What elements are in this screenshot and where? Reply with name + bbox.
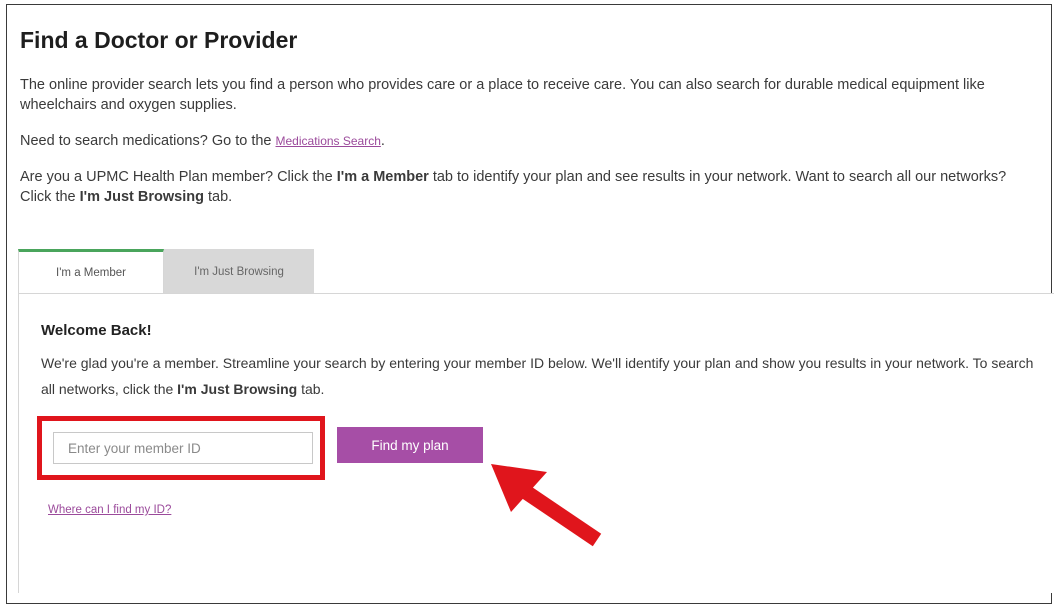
member-note: Are you a UPMC Health Plan member? Click… [20,167,1025,207]
member-note-part1: Are you a UPMC Health Plan member? Click… [20,169,337,185]
welcome-text-bold: I'm Just Browsing [177,381,298,397]
welcome-text-part2: tab. [297,381,325,397]
page-frame: Find a Doctor or Provider The online pro… [6,4,1054,604]
find-my-plan-button[interactable]: Find my plan [337,427,483,463]
highlight-box [37,416,325,480]
medications-search-link[interactable]: Medications Search [276,134,381,148]
intro-text: The online provider search lets you find… [20,77,985,113]
medications-note: Need to search medications? Go to the Me… [20,131,1025,151]
welcome-text: We're glad you're a member. Streamline y… [41,350,1041,402]
tab-im-just-browsing[interactable]: I'm Just Browsing [164,249,314,294]
member-note-bold-browsing: I'm Just Browsing [79,189,204,205]
red-arrow-icon [491,464,602,547]
page-title: Find a Doctor or Provider [20,27,298,53]
member-id-input[interactable] [53,432,313,464]
where-find-id-link[interactable]: Where can I find my ID? [48,504,171,516]
arrow-shape [491,464,602,547]
member-tab-panel: Welcome Back! We're glad you're a member… [18,293,1054,593]
member-note-bold-member: I'm a Member [336,169,429,185]
member-note-part3: tab. [203,189,233,205]
welcome-heading: Welcome Back! [41,322,152,339]
tab-im-a-member[interactable]: I'm a Member [18,249,164,294]
medications-note-suffix: . [380,133,385,149]
medications-note-prefix: Need to search medications? Go to the [20,133,276,149]
